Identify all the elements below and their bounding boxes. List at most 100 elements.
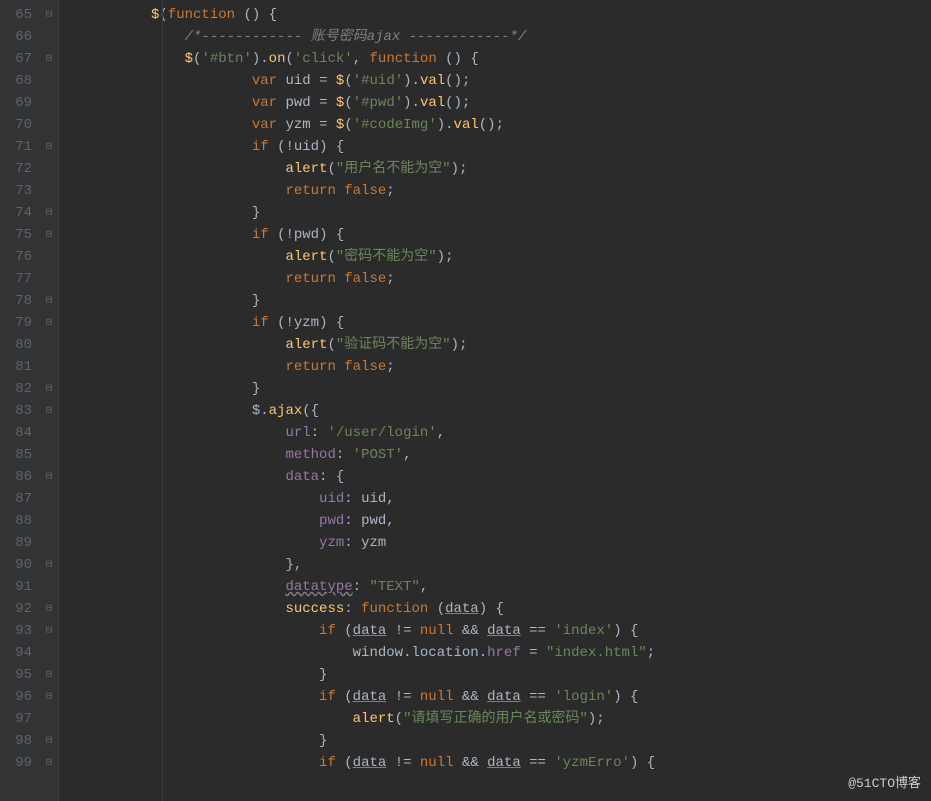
- line-number: 92: [0, 600, 40, 622]
- fold-marker: [40, 160, 58, 182]
- watermark-label: @51CTO博客: [848, 774, 921, 793]
- line-number: 66: [0, 28, 40, 50]
- fold-marker[interactable]: ⊟: [40, 688, 58, 710]
- code-line[interactable]: var pwd = $('#pwd').val();: [59, 94, 931, 116]
- fold-marker[interactable]: ⊟: [40, 50, 58, 72]
- fold-marker[interactable]: ⊟: [40, 314, 58, 336]
- code-line[interactable]: data: {: [59, 468, 931, 490]
- line-number: 83: [0, 402, 40, 424]
- code-line[interactable]: return false;: [59, 358, 931, 380]
- fold-marker[interactable]: ⊟: [40, 138, 58, 160]
- line-number: 78: [0, 292, 40, 314]
- line-number: 90: [0, 556, 40, 578]
- code-line[interactable]: }: [59, 732, 931, 754]
- code-line[interactable]: success: function (data) {: [59, 600, 931, 622]
- fold-marker[interactable]: ⊟: [40, 622, 58, 644]
- code-line[interactable]: }: [59, 380, 931, 402]
- line-number: 71: [0, 138, 40, 160]
- code-line[interactable]: if (data != null && data == 'index') {: [59, 622, 931, 644]
- line-number: 84: [0, 424, 40, 446]
- fold-marker: [40, 336, 58, 358]
- code-line[interactable]: yzm: yzm: [59, 534, 931, 556]
- fold-marker[interactable]: ⊟: [40, 292, 58, 314]
- line-number: 93: [0, 622, 40, 644]
- code-area[interactable]: $(function () { /*------------ 账号密码ajax …: [59, 0, 931, 801]
- line-number: 70: [0, 116, 40, 138]
- code-editor[interactable]: 6566676869707172737475767778798081828384…: [0, 0, 931, 801]
- fold-marker: [40, 710, 58, 732]
- fold-marker[interactable]: ⊟: [40, 380, 58, 402]
- fold-gutter[interactable]: ⊟⊟⊟⊟⊟⊟⊟⊟⊟⊟⊟⊟⊟⊟⊟⊟⊟: [40, 0, 59, 801]
- code-line[interactable]: $(function () {: [59, 6, 931, 28]
- code-line[interactable]: },: [59, 556, 931, 578]
- line-number: 79: [0, 314, 40, 336]
- line-number: 98: [0, 732, 40, 754]
- code-line[interactable]: uid: uid,: [59, 490, 931, 512]
- fold-marker: [40, 644, 58, 666]
- code-line[interactable]: }: [59, 204, 931, 226]
- line-number: 85: [0, 446, 40, 468]
- code-line[interactable]: if (data != null && data == 'yzmErro') {: [59, 754, 931, 776]
- line-number: 82: [0, 380, 40, 402]
- fold-marker: [40, 270, 58, 292]
- code-line[interactable]: alert("验证码不能为空");: [59, 336, 931, 358]
- line-number: 86: [0, 468, 40, 490]
- line-number: 96: [0, 688, 40, 710]
- fold-marker[interactable]: ⊟: [40, 468, 58, 490]
- fold-marker[interactable]: ⊟: [40, 732, 58, 754]
- fold-marker[interactable]: ⊟: [40, 754, 58, 776]
- code-line[interactable]: if (!pwd) {: [59, 226, 931, 248]
- line-number: 72: [0, 160, 40, 182]
- fold-marker: [40, 182, 58, 204]
- line-number: 76: [0, 248, 40, 270]
- code-line[interactable]: if (!uid) {: [59, 138, 931, 160]
- code-line[interactable]: pwd: pwd,: [59, 512, 931, 534]
- line-number: 74: [0, 204, 40, 226]
- fold-marker[interactable]: ⊟: [40, 600, 58, 622]
- code-line[interactable]: window.location.href = "index.html";: [59, 644, 931, 666]
- line-number: 87: [0, 490, 40, 512]
- code-line[interactable]: $('#btn').on('click', function () {: [59, 50, 931, 72]
- fold-marker: [40, 490, 58, 512]
- line-number: 89: [0, 534, 40, 556]
- fold-marker[interactable]: ⊟: [40, 226, 58, 248]
- fold-marker: [40, 512, 58, 534]
- code-line[interactable]: }: [59, 666, 931, 688]
- fold-marker[interactable]: ⊟: [40, 402, 58, 424]
- code-line[interactable]: alert("请填写正确的用户名或密码");: [59, 710, 931, 732]
- fold-marker: [40, 578, 58, 600]
- line-number: 88: [0, 512, 40, 534]
- fold-marker[interactable]: ⊟: [40, 204, 58, 226]
- code-line[interactable]: $.ajax({: [59, 402, 931, 424]
- code-line[interactable]: /*------------ 账号密码ajax ------------*/: [59, 28, 931, 50]
- code-line[interactable]: method: 'POST',: [59, 446, 931, 468]
- code-line[interactable]: return false;: [59, 270, 931, 292]
- fold-marker: [40, 446, 58, 468]
- line-number: 68: [0, 72, 40, 94]
- code-line[interactable]: url: '/user/login',: [59, 424, 931, 446]
- code-line[interactable]: alert("用户名不能为空");: [59, 160, 931, 182]
- line-number: 80: [0, 336, 40, 358]
- fold-marker[interactable]: ⊟: [40, 6, 58, 28]
- line-number: 97: [0, 710, 40, 732]
- code-line[interactable]: if (!yzm) {: [59, 314, 931, 336]
- fold-marker[interactable]: ⊟: [40, 556, 58, 578]
- code-line[interactable]: alert("密码不能为空");: [59, 248, 931, 270]
- fold-marker: [40, 72, 58, 94]
- fold-marker: [40, 358, 58, 380]
- fold-marker: [40, 248, 58, 270]
- code-line[interactable]: var uid = $('#uid').val();: [59, 72, 931, 94]
- line-number: 94: [0, 644, 40, 666]
- fold-marker: [40, 116, 58, 138]
- code-line[interactable]: var yzm = $('#codeImg').val();: [59, 116, 931, 138]
- fold-marker: [40, 534, 58, 556]
- line-number: 75: [0, 226, 40, 248]
- line-number: 95: [0, 666, 40, 688]
- code-line[interactable]: }: [59, 292, 931, 314]
- fold-marker: [40, 424, 58, 446]
- fold-marker[interactable]: ⊟: [40, 666, 58, 688]
- code-line[interactable]: datatype: "TEXT",: [59, 578, 931, 600]
- indent-guide: [162, 0, 163, 801]
- code-line[interactable]: return false;: [59, 182, 931, 204]
- code-line[interactable]: if (data != null && data == 'login') {: [59, 688, 931, 710]
